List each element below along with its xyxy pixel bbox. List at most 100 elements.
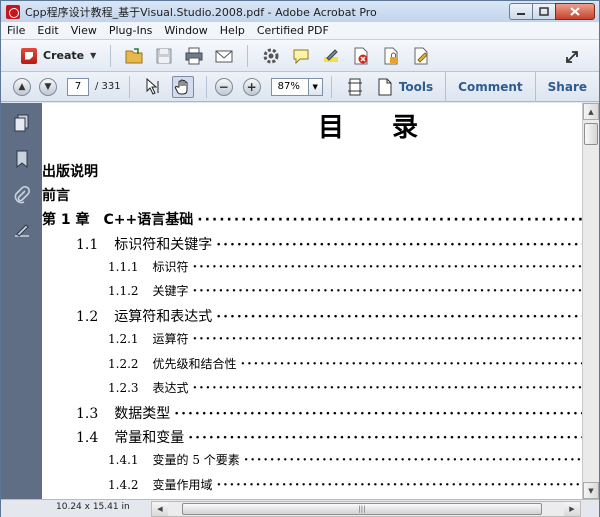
secure-button[interactable] [380,45,402,67]
zoom-out-button[interactable]: − [214,77,233,96]
print-button[interactable] [183,45,205,67]
acrobat-app-icon [6,4,20,19]
toc-dot-leader [241,357,582,372]
toc-dot-leader [216,237,582,253]
toc-dot-leader [193,284,582,299]
highlight-pen-icon [324,48,339,62]
toc-entry[interactable]: 1.1.1 标识符 [108,258,582,275]
expand-button[interactable] [561,46,583,68]
scroll-up-button[interactable]: ▲ [583,103,599,120]
paperclip-icon [14,186,30,204]
scroll-left-button[interactable]: ◀ [152,502,168,516]
toc-entry[interactable]: 1.1.2 关键字 [108,282,582,299]
menu-edit[interactable]: Edit [37,24,58,37]
toc-entry[interactable]: 前言 [42,185,582,205]
save-button[interactable] [153,45,175,67]
menu-view[interactable]: View [71,24,97,37]
toc-entry[interactable]: 1.2.2 优先级和结合性 [108,355,582,372]
toc-entry-number: 1.4.2 [108,477,139,492]
page-number-input[interactable]: 7 [67,77,89,96]
toc-entry[interactable]: 1.2 运算符和表达式 [76,306,582,326]
toc-entry[interactable]: 1.1 标识符和关键字 [76,234,582,254]
document-view[interactable]: 目录 出版说明前言第 1 章C++语言基础 1.1标识符和关键字 1.1.1标识符 1… [42,103,582,499]
settings-button[interactable] [260,45,282,67]
redact-button[interactable] [350,45,372,67]
toc-entry-number: 1.2 [76,309,99,326]
scroll-down-button[interactable]: ▼ [583,482,599,499]
toc-entry-number: 1.1.2 [108,284,139,298]
vertical-scrollbar[interactable]: ▲ ▼ [582,103,599,499]
toc-entry[interactable]: 1.3 数据类型 [76,403,582,423]
toc-entry[interactable]: 出版说明 [42,161,582,181]
sign-button[interactable] [410,45,432,67]
previous-page-button[interactable]: ▲ [13,77,31,96]
vertical-scroll-thumb[interactable] [584,123,598,145]
zoom-level-input[interactable]: 87% [270,77,309,96]
share-pane-link[interactable]: Share [534,72,599,102]
menu-certified-pdf[interactable]: Certified PDF [257,24,329,37]
minimize-button[interactable] [509,3,533,20]
arrow-right-icon: ▶ [569,505,575,513]
menu-file[interactable]: File [7,24,25,37]
create-label: Create [43,49,85,62]
menu-window[interactable]: Window [164,24,207,37]
toc-entry[interactable]: 1.4 常量和变量 [76,427,582,447]
toc-entry-label: 变量作用域 [152,477,213,492]
toc-entry-number: 1.2.3 [108,380,139,395]
email-button[interactable] [213,45,235,67]
next-page-button[interactable]: ▼ [39,77,57,96]
zoom-dropdown-button[interactable]: ▼ [308,77,323,96]
fit-page-icon [347,78,362,95]
horizontal-scroll-thumb[interactable]: ||| [182,503,542,515]
toc-entry-label: 变量的 5 个要素 [152,453,240,468]
page-thumbnails-button[interactable] [12,113,32,133]
toc-entry[interactable]: 1.4.2 变量作用域 [108,476,582,493]
toolbar-divider [110,44,112,67]
toc-entry[interactable]: 1.2.1 运算符 [108,330,582,347]
toc-entry[interactable]: 1.2.3 表达式 [108,379,582,396]
create-button[interactable]: Create ▼ [15,45,102,67]
grip-icon: ||| [358,505,366,513]
close-icon [570,7,580,16]
arrow-down-icon: ▼ [588,486,594,495]
hand-tool-button[interactable] [171,75,194,98]
menu-help[interactable]: Help [220,24,245,37]
comment-pane-link[interactable]: Comment [445,72,534,102]
zoom-in-button[interactable]: + [242,77,261,96]
toolbar-divider [247,44,249,67]
bookmarks-button[interactable] [12,149,32,169]
toc-dot-leader [174,406,582,422]
chevron-down-icon: ▼ [312,82,318,91]
toc-entry-label: 数据类型 [114,406,171,422]
page-size-label: 10.24 x 15.41 in [56,502,130,512]
expand-arrows-icon [566,51,578,63]
scroll-right-button[interactable]: ▶ [564,502,580,516]
comment-button[interactable] [290,45,312,67]
arrow-down-icon: ▼ [44,81,52,92]
status-bar: 10.24 x 15.41 in ◀ ||| ▶ [1,499,599,517]
toc-entry[interactable]: 第 1 章 C++语言基础 [42,209,582,229]
toc-dot-leader [188,430,582,446]
toc-dot-leader [193,260,582,275]
arrow-left-icon: ◀ [157,505,163,513]
fit-page-button[interactable] [344,76,366,98]
printer-icon [185,47,203,64]
horizontal-scrollbar[interactable]: ◀ ||| ▶ [151,501,581,517]
document-sign-icon [414,47,428,64]
close-button[interactable] [555,3,595,20]
tools-pane-link[interactable]: Tools [387,72,445,102]
signatures-button[interactable] [12,221,32,241]
highlight-button[interactable] [320,45,342,67]
toc-entry[interactable]: 1.4.1 变量的 5 个要素 [108,451,582,468]
maximize-button[interactable] [532,3,556,20]
open-button[interactable] [123,45,145,67]
gear-icon [263,48,279,63]
toc-dot-leader [244,453,582,468]
toc-entry-number: 1.3 [76,406,99,422]
toolbar-divider [330,75,332,98]
select-tool-button[interactable] [142,76,164,98]
toc-title: 目录 [318,113,467,143]
toc-entry-number: 1.2.2 [108,356,139,371]
menu-plug-ins[interactable]: Plug-Ins [109,24,153,37]
attachments-button[interactable] [12,185,32,205]
